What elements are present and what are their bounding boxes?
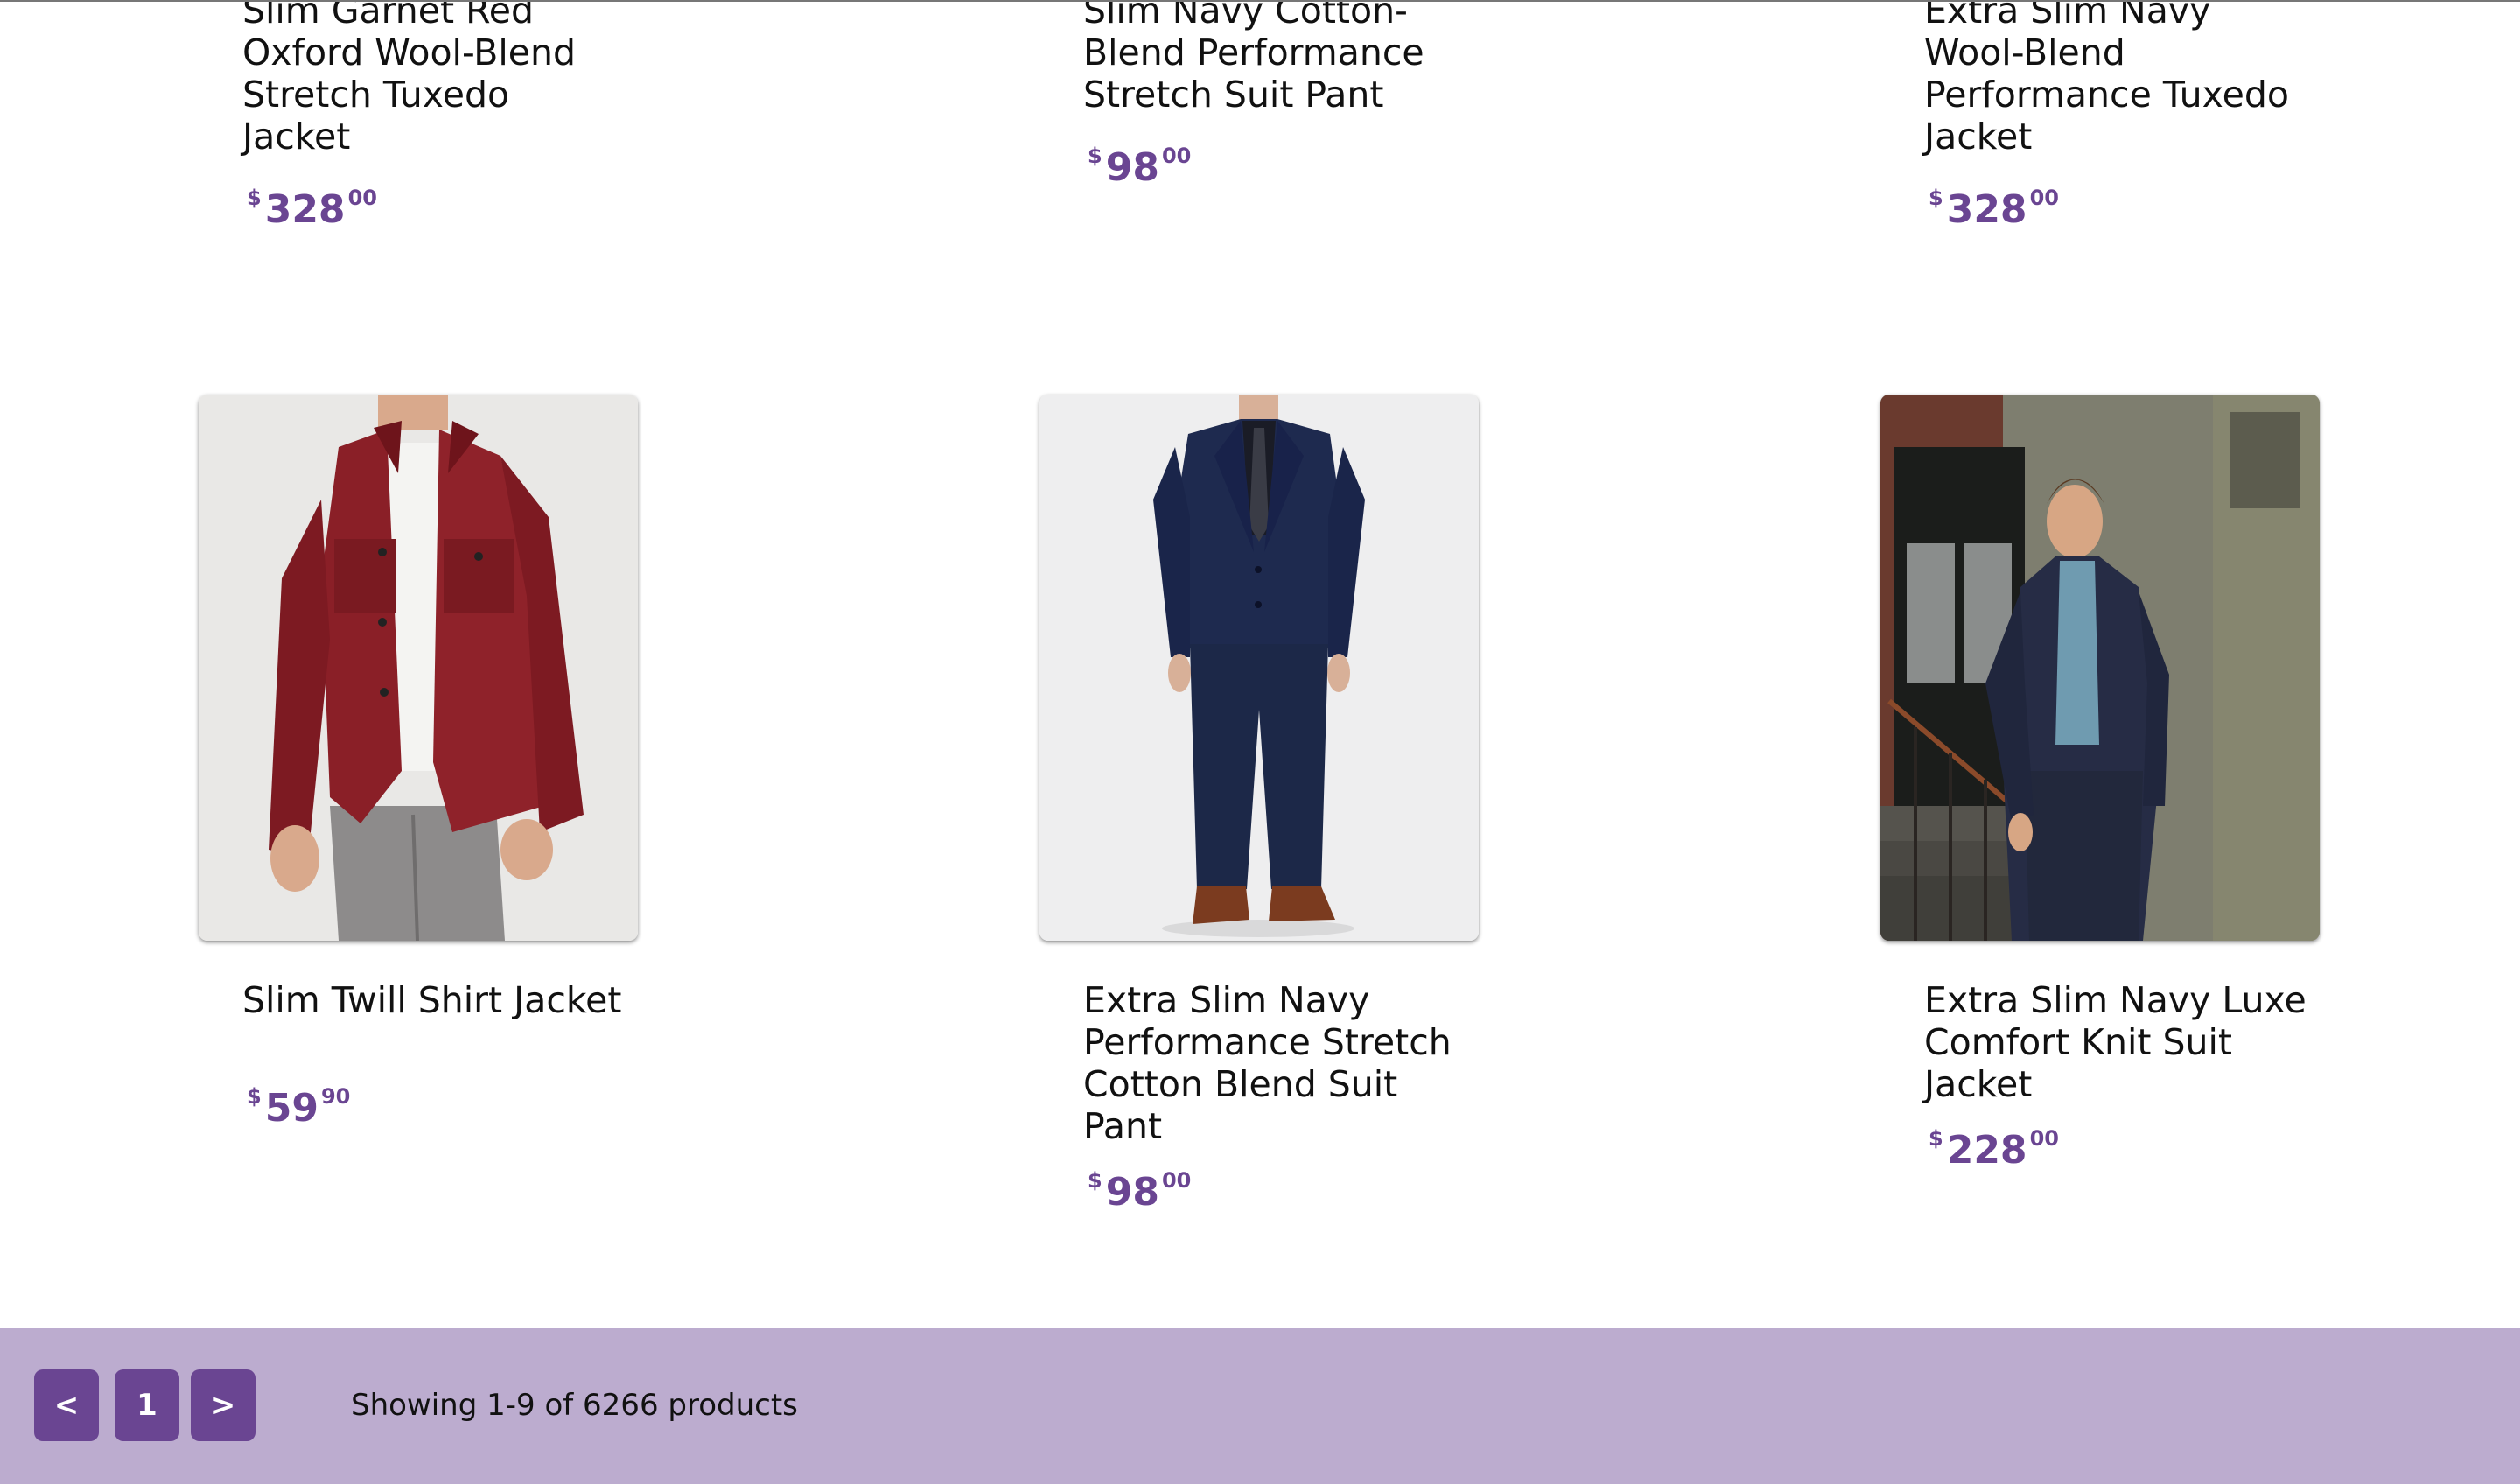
product-title[interactable]: Slim Twill Shirt Jacket: [242, 979, 627, 1021]
product-card[interactable]: Slim Navy Cotton-Blend Performance Stret…: [1040, 0, 1512, 242]
product-price: $98 00: [1088, 144, 1191, 190]
product-price: $328 00: [247, 186, 377, 232]
price-currency: $: [1088, 144, 1102, 168]
product-image[interactable]: [199, 395, 638, 941]
top-divider: [0, 0, 2520, 2]
price-currency: $: [1928, 1126, 1943, 1151]
next-page-button[interactable]: >: [191, 1369, 256, 1441]
product-card[interactable]: Extra Slim Navy Luxe Comfort Knit Suit J…: [1880, 395, 2353, 1235]
product-price: $98 00: [1088, 1168, 1191, 1214]
red-twill-shirt-jacket-photo: [199, 395, 638, 941]
product-price: $59 90: [247, 1084, 350, 1130]
price-cents: 00: [1161, 1168, 1192, 1193]
product-title[interactable]: Extra Slim Navy Wool-Blend Performance T…: [1924, 0, 2309, 158]
page-1-button[interactable]: 1: [115, 1369, 179, 1441]
price-currency: $: [1928, 186, 1943, 210]
product-image[interactable]: [1880, 395, 2320, 941]
product-price: $228 00: [1928, 1126, 2059, 1172]
price-dollars: 59: [264, 1086, 318, 1130]
price-dollars: 328: [1946, 187, 2027, 232]
navy-suit-full-length-photo: [1040, 395, 1479, 941]
price-dollars: 98: [1105, 1170, 1159, 1214]
price-currency: $: [247, 1084, 262, 1109]
price-cents: 90: [320, 1084, 351, 1109]
price-cents: 00: [2029, 1126, 2059, 1151]
product-price: $328 00: [1928, 186, 2059, 232]
price-dollars: 98: [1105, 145, 1159, 190]
navy-knit-jacket-street-photo: [1880, 395, 2320, 941]
results-count: Showing 1-9 of 6266 products: [351, 1388, 798, 1423]
price-currency: $: [1088, 1168, 1102, 1193]
product-title[interactable]: Slim Garnet Red Oxford Wool-Blend Stretc…: [242, 0, 627, 158]
product-card[interactable]: Extra Slim Navy Performance Stretch Cott…: [1040, 395, 1512, 1235]
price-dollars: 328: [264, 187, 346, 232]
product-image[interactable]: [1040, 395, 1479, 941]
price-dollars: 228: [1946, 1128, 2027, 1172]
product-card[interactable]: Extra Slim Navy Wool-Blend Performance T…: [1880, 0, 2353, 242]
product-card[interactable]: Slim Twill Shirt Jacket $59 90: [199, 395, 671, 1235]
price-cents: 00: [2029, 186, 2059, 210]
price-currency: $: [247, 186, 262, 210]
pagination-bar: < 1 > Showing 1-9 of 6266 products: [0, 1328, 2520, 1484]
product-title[interactable]: Slim Navy Cotton-Blend Performance Stret…: [1083, 0, 1468, 116]
product-listing-page: Slim Garnet Red Oxford Wool-Blend Stretc…: [0, 0, 2520, 1484]
price-cents: 00: [347, 186, 377, 210]
product-title[interactable]: Extra Slim Navy Performance Stretch Cott…: [1083, 979, 1468, 1147]
previous-page-button[interactable]: <: [34, 1369, 99, 1441]
product-card[interactable]: Slim Garnet Red Oxford Wool-Blend Stretc…: [199, 0, 671, 242]
price-cents: 00: [1161, 144, 1192, 168]
product-title[interactable]: Extra Slim Navy Luxe Comfort Knit Suit J…: [1924, 979, 2309, 1105]
